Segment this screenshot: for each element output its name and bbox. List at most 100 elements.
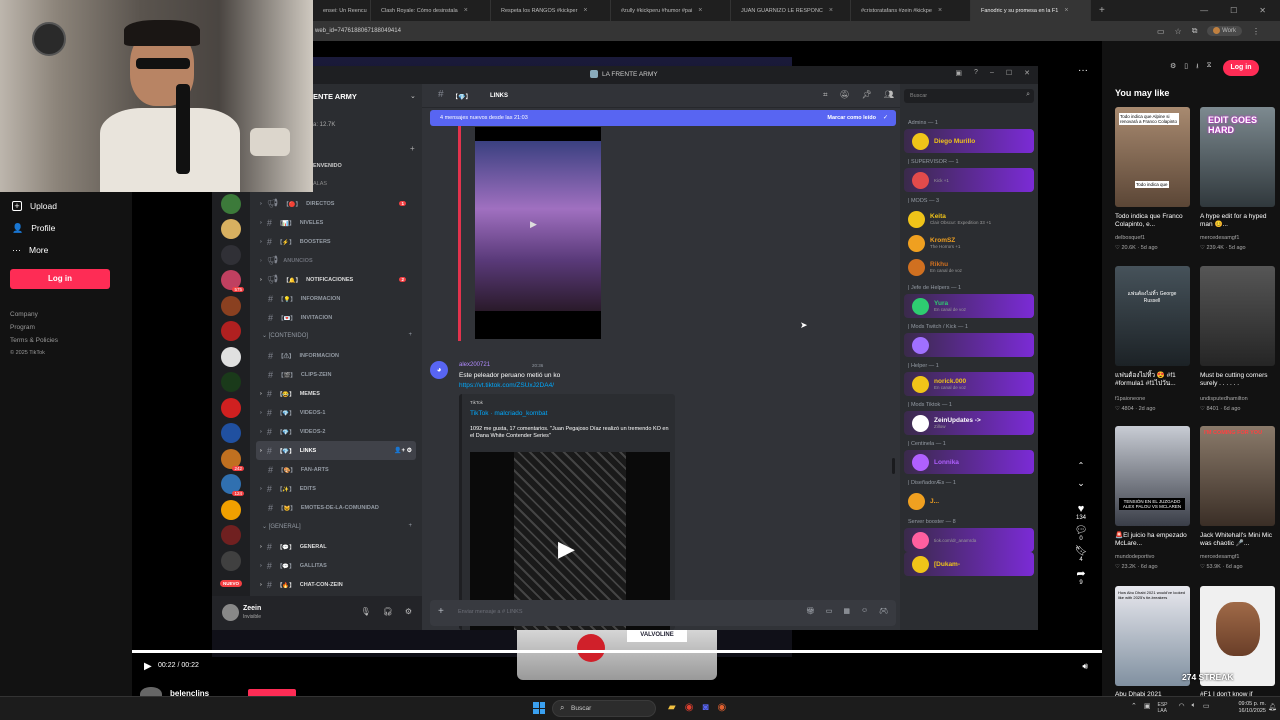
apps-icon[interactable]: 🎮︎ [879, 607, 888, 615]
bookmark-icon[interactable]: 🔖︎ [1069, 546, 1093, 557]
channel-item[interactable]: › # 【💬】 GENERAL [250, 537, 422, 556]
browser-tab[interactable]: JUAN GUARNIZO LE RESPONC × [731, 0, 851, 21]
sticker-icon[interactable]: ▦ [843, 607, 850, 615]
cast-icon[interactable]: ▭ [1157, 27, 1165, 36]
server-icon[interactable] [221, 193, 241, 214]
category-contenido[interactable]: ⌄ [CONTENIDO] + [250, 332, 422, 342]
chevron-down-icon[interactable]: ⌄ [1069, 478, 1093, 489]
help-icon[interactable]: ? [974, 69, 978, 77]
channel-item[interactable]: › # 【😂】 MEMES [250, 384, 422, 403]
channel-item[interactable]: › # 【🔥】 CHAT-CON-ZEIN [250, 575, 422, 594]
add-icon[interactable]: + [408, 332, 412, 338]
tray-app-icon[interactable]: ▣ [1144, 702, 1151, 714]
username[interactable]: Zeein [243, 605, 261, 612]
add-icon[interactable]: + [410, 144, 415, 153]
member-row[interactable]: Yura En canal de voz [904, 294, 1034, 318]
member-row[interactable]: KromSZ The Horrors +1 [900, 231, 1038, 255]
close-window-icon[interactable]: ✕ [1259, 6, 1266, 15]
wifi-icon[interactable]: ◠ [1179, 702, 1185, 714]
member-row[interactable]: tiok.com/dr_anamrda [904, 528, 1034, 552]
server-icon[interactable]: 124 [221, 474, 244, 496]
volume-icon[interactable]: 🔈︎ [1192, 702, 1196, 714]
footer-link[interactable]: Company [0, 308, 132, 321]
footer-link[interactable]: Program [0, 321, 132, 334]
channel-item-selected[interactable]: › # 【💎】 LINKS 👤+ ⚙ [256, 441, 416, 460]
channel-item[interactable]: › # 【💎】 VIDEOS-1 [250, 403, 422, 422]
channel-item[interactable]: # 【🎬】 CLIPS-ZEIN [250, 365, 422, 384]
member-row[interactable]: J... [900, 489, 1038, 513]
feed-author[interactable]: mercedesamgf1 [1200, 554, 1239, 560]
member-row[interactable]: Keita Clair Obscur: Expedition 33 +1 [900, 207, 1038, 231]
feed-author[interactable]: mundodeportivo [1115, 554, 1154, 560]
channel-item[interactable]: › # 【📊】 NIVELES [250, 213, 422, 232]
close-icon[interactable]: × [464, 7, 468, 14]
channel-label[interactable]: ENVENIDO [313, 163, 342, 169]
minimize-icon[interactable]: – [990, 69, 994, 77]
settings-icon[interactable]: ⚙ [1170, 62, 1176, 73]
avatar[interactable]: ◕ [430, 361, 448, 379]
channel-item[interactable]: › # 【⚡】 BOOSTERS [250, 232, 422, 251]
maximize-icon[interactable]: ☐ [1006, 69, 1012, 77]
message-author[interactable]: alex200721 [459, 362, 490, 368]
feed-thumbnail[interactable] [1200, 266, 1275, 366]
member-row[interactable]: Rikhu En canal de voz [900, 255, 1038, 279]
channel-item[interactable]: › # 【💎】 VIDEOS-2 [250, 422, 422, 441]
nav-upload[interactable]: + Upload [0, 195, 132, 217]
category-general[interactable]: ⌄ [GENERAL] + [250, 523, 422, 533]
channel-item[interactable]: # 【🎨】 FAN-ARTS [250, 460, 422, 479]
close-icon[interactable]: × [938, 7, 942, 14]
add-icon[interactable]: + [408, 523, 412, 529]
extensions-icon[interactable]: ⧉ [1192, 26, 1198, 36]
clock[interactable]: 09:05 p. m. 16/10/2025 [1226, 701, 1266, 715]
play-icon[interactable]: ▶ [530, 219, 537, 230]
settings-icon[interactable]: ⚙ [405, 607, 412, 616]
star-icon[interactable]: ☆ [1175, 27, 1182, 36]
member-row[interactable]: Lonnika [904, 450, 1034, 474]
feed-thumbnail[interactable]: How Abu Dhabi 2021 would've looked like … [1115, 586, 1190, 686]
microphone-icon[interactable]: 🎙︎ [361, 607, 371, 616]
play-icon[interactable]: ▶ [558, 536, 575, 562]
header-login-button[interactable]: Log in [1223, 60, 1259, 76]
url-text[interactable]: web_id=7476188067188049414 [313, 28, 401, 34]
server-name[interactable]: ENTE ARMY [313, 92, 357, 101]
message-link[interactable]: https://vt.tiktok.com/ZSUxJ2DA4/ [459, 382, 554, 389]
sidebar-login-button[interactable]: Log in [10, 269, 110, 289]
feed-caption[interactable]: Must be cutting corners surely . . . . .… [1200, 372, 1275, 388]
avatar[interactable] [222, 604, 239, 621]
server-icon[interactable] [221, 244, 241, 265]
share-icon[interactable]: ➦ [1069, 567, 1093, 580]
members-icon[interactable]: 👥︎ [884, 90, 894, 100]
member-row[interactable]: Kick +1 [904, 168, 1034, 192]
server-icon[interactable] [221, 219, 241, 239]
language-indicator[interactable]: ESP LAA [1158, 702, 1172, 714]
channel-item[interactable]: # 【💌】 INVITACION [250, 308, 422, 327]
channel-item[interactable]: # 【⚠】 INFORMACION [250, 346, 422, 365]
server-icon[interactable] [221, 423, 241, 443]
feed-thumbnail[interactable]: Todo indica que Alpine si renovará a Fra… [1115, 107, 1190, 207]
channel-item[interactable]: › # 【💬】 GALLITAS [250, 556, 422, 575]
attach-icon[interactable]: + [438, 606, 444, 617]
chevron-down-icon[interactable]: ⌄ [410, 92, 416, 100]
scrollbar[interactable] [892, 458, 895, 474]
gif-icon[interactable]: ▭ [826, 607, 833, 615]
channel-item[interactable]: › # 【✨】 EDITS [250, 479, 422, 498]
phone-icon[interactable]: ▯ [1184, 62, 1188, 73]
server-icon[interactable] [221, 295, 241, 316]
server-icon[interactable] [221, 321, 241, 341]
member-row[interactable]: norick.000 En canal de voz [904, 372, 1034, 396]
video-progress-bar[interactable] [132, 650, 1102, 653]
more-options-icon[interactable]: ··· [1078, 65, 1088, 76]
menu-icon[interactable]: ⋮ [1252, 27, 1260, 36]
comment-icon[interactable]: 💬︎ [1069, 525, 1093, 536]
mark-read-button[interactable]: Marcar como leído [827, 115, 876, 121]
browser-icon[interactable]: ◉ [717, 702, 726, 713]
pin-icon[interactable]: 📌︎ [862, 90, 872, 100]
feed-caption[interactable]: A hype edit for a hyped man 😊... [1200, 213, 1275, 229]
notification-icon[interactable]: 🔔︎ [1268, 703, 1277, 711]
file-explorer-icon[interactable]: ▰ [668, 702, 676, 713]
close-icon[interactable]: × [829, 7, 833, 14]
browser-tab-active[interactable]: Fanodric y su promesa en la F1 × [971, 0, 1091, 21]
feed-thumbnail[interactable]: TENSIÓN EN EL JUZGADO ALEX PALOU VS MCLA… [1115, 426, 1190, 526]
emoji-icon[interactable]: ☺ [861, 607, 868, 615]
feed-author[interactable]: mercedesamgf1 [1200, 235, 1239, 241]
